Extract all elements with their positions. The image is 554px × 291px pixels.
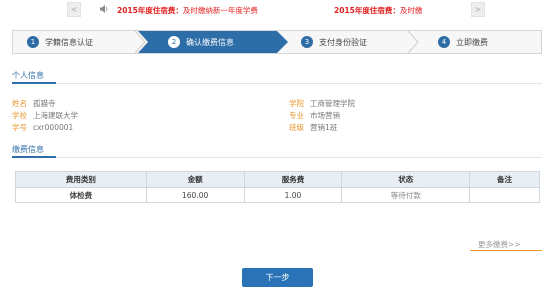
- step-pay-now: 4 立即缴费: [438, 31, 488, 53]
- column-header: 状态: [341, 171, 471, 188]
- announcement-text: 及时缴纳新一年度学费: [182, 6, 258, 15]
- prev-announcement-button[interactable]: <: [67, 2, 81, 17]
- more-link-underline: [470, 250, 542, 251]
- step-number: 2: [168, 36, 180, 48]
- class-label: 班级: [289, 123, 304, 132]
- step-label: 支付身份验证: [319, 37, 367, 47]
- section-underline: [12, 82, 56, 84]
- name-label: 姓名: [12, 99, 27, 108]
- major-row: 专业 市场营销: [289, 110, 340, 121]
- announcement-title: 2015年度住宿费：: [117, 6, 183, 15]
- step-arrow-tail-icon: [138, 31, 150, 53]
- next-step-button[interactable]: 下一步: [242, 268, 313, 287]
- student-id-label: 学号: [12, 123, 27, 132]
- name-row: 姓名 孤猫寺: [12, 98, 56, 109]
- step-number: 1: [27, 36, 39, 48]
- school-label: 学校: [12, 111, 27, 120]
- college-row: 学院 工商管理学院: [289, 98, 355, 109]
- column-header: 服务费: [243, 171, 343, 188]
- step-progress-bar: 1 学籍信息认证 2 确认缴费信息 3 支付身份验证 4 立即缴费: [12, 30, 542, 54]
- more-payments-link[interactable]: 更多缴费>>: [478, 239, 521, 250]
- section-underline: [12, 156, 56, 158]
- divider: [12, 157, 542, 158]
- step-separator-icon: [407, 31, 419, 53]
- fee-category-cell: 体检费: [15, 187, 147, 203]
- college-label: 学院: [289, 99, 304, 108]
- school-row: 学校 上海建联大学: [12, 110, 78, 121]
- class-row: 班级 营销1班: [289, 122, 337, 133]
- column-header: 备注: [469, 171, 540, 188]
- step-confirm-payment: 2 确认缴费信息: [150, 31, 277, 53]
- step-label: 学籍信息认证: [45, 37, 93, 47]
- speaker-icon: [100, 5, 108, 13]
- next-announcement-button[interactable]: >: [471, 2, 485, 17]
- student-id-row: 学号 cxr000001: [12, 122, 73, 133]
- announcement-item[interactable]: 2015年度住宿费：及时缴纳新一年度学费: [117, 5, 258, 16]
- divider: [12, 83, 542, 84]
- major-value: 市场营销: [310, 111, 340, 120]
- announcement-title: 2015年度住宿费：: [334, 6, 400, 15]
- school-value: 上海建联大学: [33, 111, 78, 120]
- class-value: 营销1班: [310, 123, 338, 132]
- amount-cell: 160.00: [145, 187, 245, 203]
- announcement-item[interactable]: 2015年度住宿费：及时缴: [334, 5, 422, 16]
- status-cell: 等待付款: [341, 187, 471, 203]
- step-number: 3: [301, 36, 313, 48]
- payment-info-title: 缴费信息: [12, 145, 44, 154]
- step-arrow-head-icon: [277, 31, 288, 53]
- table-header-row: 费用类别 金额 服务费 状态 备注: [15, 171, 540, 188]
- payment-table: 费用类别 金额 服务费 状态 备注 体检费 160.00 1.00 等待付款: [15, 171, 540, 203]
- announcement-bar: < 2015年度住宿费：及时缴纳新一年度学费 2015年度住宿费：及时缴 >: [0, 0, 554, 22]
- service-fee-cell: 1.00: [243, 187, 343, 203]
- table-row: 体检费 160.00 1.00 等待付款: [15, 187, 540, 203]
- announcement-text: 及时缴: [399, 6, 423, 15]
- column-header: 金额: [145, 171, 245, 188]
- step-student-verification: 1 学籍信息认证: [27, 31, 93, 53]
- column-header: 费用类别: [15, 171, 147, 188]
- personal-info-title: 个人信息: [12, 71, 44, 80]
- student-id-value: cxr000001: [33, 123, 74, 132]
- major-label: 专业: [289, 111, 304, 120]
- remark-cell: [469, 187, 540, 203]
- step-label: 立即缴费: [456, 37, 488, 47]
- step-identity-verification: 3 支付身份验证: [301, 31, 367, 53]
- name-value: 孤猫寺: [33, 99, 56, 108]
- college-value: 工商管理学院: [310, 99, 355, 108]
- step-label: 确认缴费信息: [186, 37, 234, 47]
- step-number: 4: [438, 36, 450, 48]
